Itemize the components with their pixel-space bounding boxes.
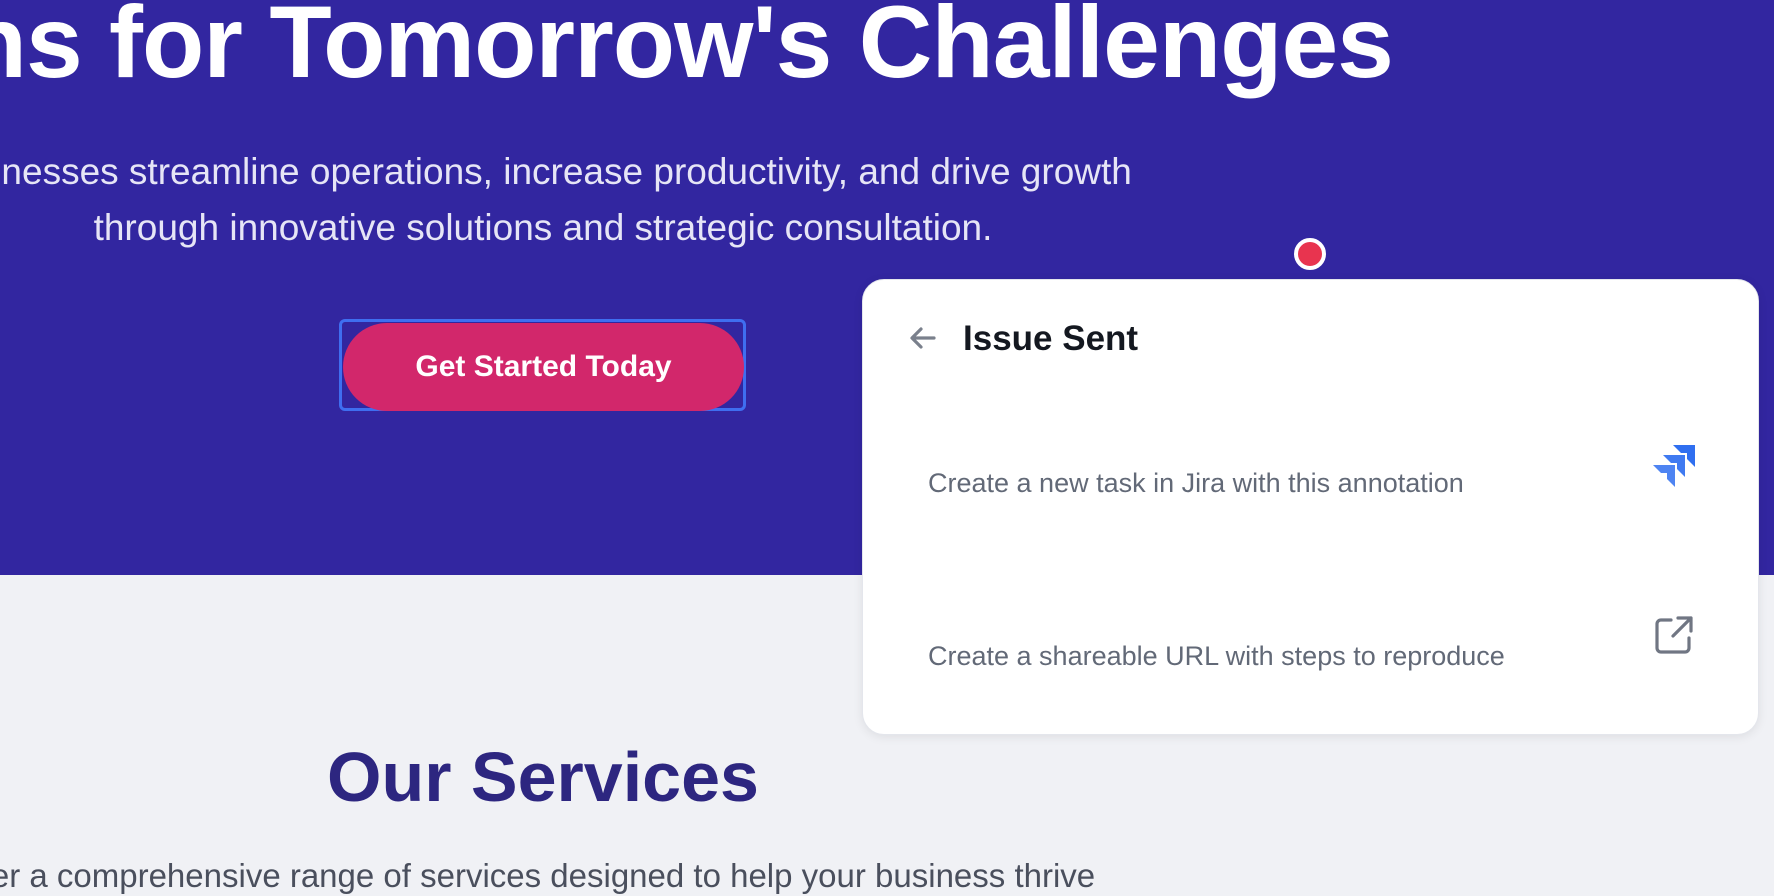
hero-subtitle-line-1: usinesses streamline operations, increas… — [0, 151, 1132, 192]
hero-title: olutions for Tomorrow's Challenges — [0, 0, 1394, 99]
services-title: Our Services — [327, 738, 759, 816]
jira-task-label: Create a new task in Jira with this anno… — [928, 468, 1464, 498]
panel-title: Issue Sent — [963, 319, 1139, 358]
hero-subtitle-line-2: through innovative solutions and strateg… — [93, 207, 993, 248]
services-subtitle: er a comprehensive range of services des… — [0, 857, 1096, 894]
annotation-marker[interactable] — [1294, 238, 1326, 270]
shareable-url-label: Create a shareable URL with steps to rep… — [928, 641, 1505, 671]
external-link-icon — [1651, 612, 1697, 658]
jira-icon — [1651, 441, 1697, 487]
back-arrow-icon[interactable] — [903, 318, 943, 358]
get-started-button[interactable]: Get Started Today — [343, 323, 744, 411]
